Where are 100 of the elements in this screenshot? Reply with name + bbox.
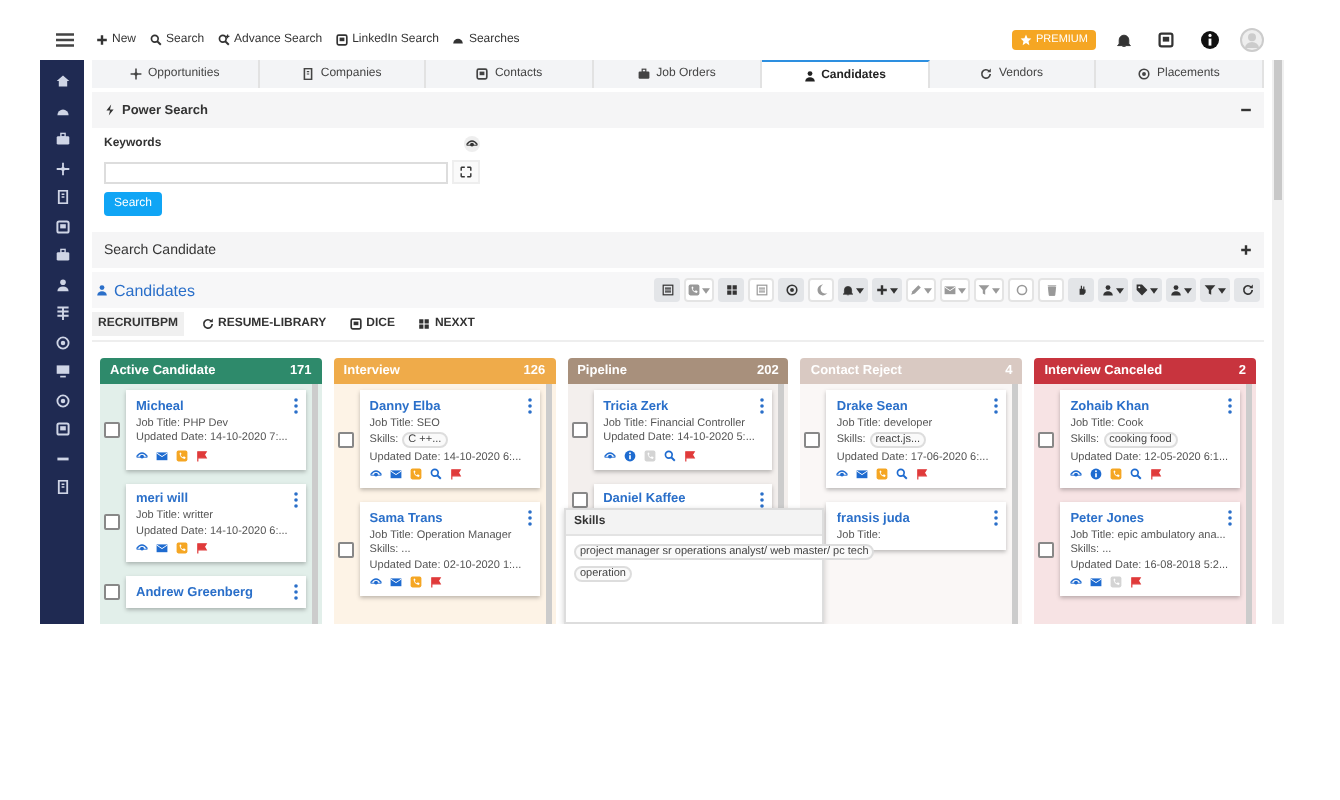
target-icon	[785, 284, 797, 296]
more-options-icon[interactable]	[760, 398, 765, 414]
flag-icon	[683, 449, 696, 461]
more-options-icon[interactable]	[994, 398, 999, 414]
grid-icon	[725, 284, 737, 296]
mail-icon	[856, 468, 869, 480]
checkbox[interactable]	[571, 491, 588, 507]
flag-icon	[916, 468, 929, 480]
search-icon	[150, 34, 163, 46]
phone-icon	[1110, 576, 1123, 588]
mail-icon	[389, 576, 402, 588]
briefcase-icon	[55, 248, 69, 262]
caret-icon	[1150, 287, 1158, 293]
flag-icon	[1130, 576, 1143, 588]
toolbar-button[interactable]	[1068, 278, 1094, 302]
eye-icon	[136, 449, 148, 461]
flag-icon	[196, 542, 208, 554]
checkbox[interactable]	[1038, 431, 1055, 447]
rows-icon	[755, 284, 767, 296]
mail-icon	[389, 468, 402, 480]
more-options-icon[interactable]	[293, 398, 298, 414]
info-icon	[1090, 468, 1103, 480]
users-icon	[803, 69, 816, 81]
mail-icon	[156, 542, 168, 554]
caret-icon	[1184, 287, 1192, 293]
signpost-icon	[55, 306, 69, 320]
caret-icon	[958, 287, 966, 293]
target-icon	[1138, 68, 1151, 80]
refresh-icon	[980, 68, 993, 80]
briefcase-icon	[638, 68, 651, 80]
circle-icon	[1015, 284, 1027, 296]
checkbox[interactable]	[337, 541, 354, 557]
caret-icon	[1218, 287, 1226, 293]
flag-icon	[449, 468, 462, 480]
move-arrows-icon	[55, 161, 69, 175]
star-icon	[1020, 34, 1033, 46]
flag-icon	[429, 576, 442, 588]
flag-icon	[196, 449, 208, 461]
checkbox[interactable]	[104, 514, 120, 531]
users-icon	[55, 277, 69, 291]
more-options-icon[interactable]	[293, 584, 298, 600]
toolbar-button[interactable]	[838, 278, 868, 302]
toolbar-button[interactable]	[1132, 278, 1162, 302]
checkbox[interactable]	[804, 431, 821, 447]
toolbar-button[interactable]	[778, 278, 804, 302]
phone-icon	[409, 468, 422, 480]
toolbar-button[interactable]	[872, 278, 902, 302]
eye-icon	[369, 468, 382, 480]
caret-icon	[890, 287, 898, 293]
eye-icon	[369, 576, 382, 588]
eye-icon	[466, 138, 478, 150]
eye-icon	[603, 449, 616, 461]
checkbox[interactable]	[1038, 541, 1055, 557]
advanced-search-icon	[218, 34, 231, 46]
building-icon	[55, 190, 69, 204]
trash-icon	[1045, 284, 1057, 296]
expand-button[interactable]	[452, 160, 480, 184]
caret-icon	[992, 287, 1000, 293]
contact-card-icon	[476, 68, 489, 80]
more-options-icon[interactable]	[527, 510, 532, 526]
toolbar-button[interactable]	[654, 278, 680, 302]
phone-icon	[643, 449, 656, 461]
more-options-icon[interactable]	[293, 491, 298, 507]
more-options-icon[interactable]	[994, 510, 999, 526]
eye-icon	[1070, 468, 1083, 480]
toolbar-button[interactable]	[1234, 278, 1260, 302]
phone-icon	[176, 449, 188, 461]
move-arrows-icon	[130, 68, 143, 80]
keywords-field[interactable]	[104, 161, 448, 183]
search-icon	[663, 449, 676, 461]
more-options-icon[interactable]	[527, 398, 532, 414]
list-icon	[661, 284, 673, 296]
checkbox[interactable]	[571, 421, 588, 438]
bell-icon	[1116, 32, 1132, 48]
search-icon	[429, 468, 442, 480]
eye-icon	[136, 542, 148, 554]
toolbar-button[interactable]	[1200, 278, 1230, 302]
toolbar-button[interactable]	[1098, 278, 1128, 302]
plus-icon	[1240, 244, 1252, 256]
checkbox[interactable]	[104, 421, 120, 438]
phone-icon	[876, 468, 889, 480]
checkbox[interactable]	[337, 431, 354, 447]
toolbar-button[interactable]	[718, 278, 744, 302]
refresh-icon	[202, 318, 214, 330]
checkbox[interactable]	[104, 584, 120, 600]
help-icon	[1200, 30, 1220, 50]
caret-icon	[702, 287, 710, 293]
phone-icon	[409, 576, 422, 588]
briefcase-icon	[55, 132, 69, 146]
section-title[interactable]: Candidates	[92, 281, 195, 299]
phone-icon	[1110, 468, 1123, 480]
mail-icon	[1090, 576, 1103, 588]
eye-icon	[836, 468, 849, 480]
expand-icon	[460, 166, 472, 178]
moon-icon	[815, 284, 827, 296]
search-icon	[1130, 468, 1143, 480]
toolbar-button[interactable]	[1166, 278, 1196, 302]
more-options-icon[interactable]	[760, 491, 765, 507]
info-icon	[623, 449, 636, 461]
menu-icon[interactable]	[56, 32, 74, 48]
